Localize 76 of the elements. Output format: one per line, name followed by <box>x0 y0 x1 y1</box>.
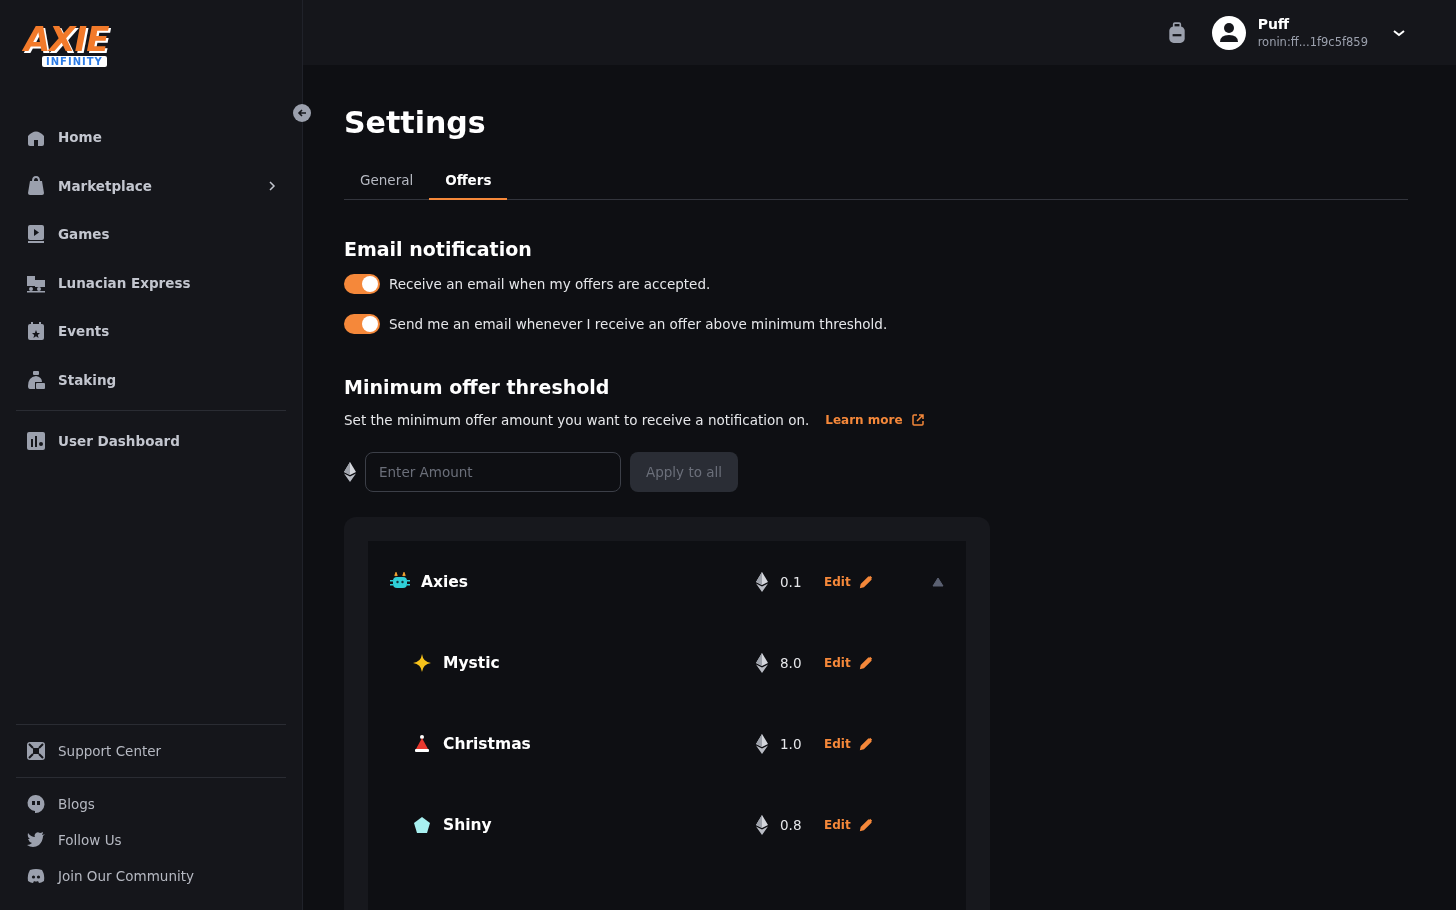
edit-button[interactable]: Edit <box>824 655 914 670</box>
nav-label: Games <box>58 226 110 243</box>
toggle-label: Send me an email whenever I receive an offer above minimum threshold. <box>389 316 888 332</box>
toggle-label: Receive an email when my offers are accepted. <box>389 276 711 292</box>
nav-item[interactable]: Staking <box>16 357 286 402</box>
page-title: Settings <box>344 105 487 140</box>
edit-button[interactable]: Edit <box>824 574 914 589</box>
staking-icon <box>26 369 46 390</box>
calendar-icon <box>26 321 46 342</box>
avatar-icon[interactable] <box>1211 15 1246 50</box>
offer-amount: 0.8 <box>780 816 802 833</box>
offer-name: Axies <box>421 572 470 591</box>
toggle-switch[interactable] <box>344 314 380 334</box>
blog-icon <box>26 794 46 814</box>
nav-label: User Dashboard <box>58 433 180 450</box>
nav-label: Lunacian Express <box>58 274 191 291</box>
pencil-icon <box>858 817 873 832</box>
nav-item[interactable]: Blogs <box>16 786 286 822</box>
amount-input[interactable]: Enter Amount <box>365 452 621 492</box>
section-title: Minimum offer threshold <box>344 376 611 398</box>
eth-icon <box>756 571 768 592</box>
nav-label: Support Center <box>58 743 162 759</box>
eth-icon <box>756 733 768 754</box>
support-icon <box>26 741 46 761</box>
collapse-button[interactable] <box>293 104 311 122</box>
caret-up-icon[interactable] <box>932 576 944 587</box>
nav-item[interactable]: Lunacian Express <box>16 260 286 305</box>
nav-item[interactable]: Join Our Community <box>16 858 286 894</box>
offer-name: Christmas <box>443 734 532 753</box>
nav-item[interactable]: Home <box>16 115 286 160</box>
nav-item[interactable]: Support Center <box>16 733 286 769</box>
description-text: Set the minimum offer amount you want to receive a notification on. <box>344 412 810 428</box>
eth-icon <box>756 652 768 673</box>
offer-name: Mystic <box>443 653 501 672</box>
nav-label: Events <box>58 323 110 340</box>
pencil-icon <box>858 574 873 589</box>
nav-label: Home <box>58 129 102 146</box>
nav-item[interactable]: Follow Us <box>16 822 286 858</box>
dashboard-icon <box>26 431 46 452</box>
nav-label: Blogs <box>58 796 95 812</box>
nav-label: Join Our Community <box>58 868 194 884</box>
wallet-address: ronin:ff...1f9c5f859 <box>1257 35 1368 49</box>
games-icon <box>26 224 46 245</box>
nav-label: Marketplace <box>58 177 152 194</box>
edit-button[interactable]: Edit <box>824 817 914 832</box>
tab[interactable]: Offers <box>429 172 508 200</box>
user-name: Puff <box>1257 16 1291 32</box>
nav-item[interactable]: Marketplace <box>16 163 286 208</box>
pencil-icon <box>858 736 873 751</box>
chevron-down-icon[interactable] <box>1392 27 1406 38</box>
learn-more-link[interactable]: Learn more <box>825 413 903 427</box>
pencil-icon <box>858 655 873 670</box>
nav-label: Follow Us <box>58 832 122 848</box>
bird-icon <box>26 830 46 850</box>
hat-icon <box>412 733 432 754</box>
external-link-icon[interactable] <box>910 413 925 427</box>
offer-amount: 1.0 <box>780 735 802 752</box>
tab[interactable]: General <box>344 172 430 200</box>
toggle-switch[interactable] <box>344 274 380 294</box>
arrow-left-icon <box>297 108 307 118</box>
nav-item[interactable]: Events <box>16 309 286 354</box>
nav-item[interactable]: Games <box>16 212 286 257</box>
nav-label: Staking <box>58 371 117 388</box>
eth-icon <box>756 814 768 835</box>
offer-amount: 8.0 <box>780 654 802 671</box>
logo-title[interactable]: AXIE <box>24 22 109 56</box>
section-title: Email notification <box>344 238 533 260</box>
logo-subtitle[interactable]: INFINITY <box>42 56 107 67</box>
edit-button[interactable]: Edit <box>824 736 914 751</box>
eth-icon <box>344 462 356 482</box>
chat-icon <box>26 866 46 886</box>
bag-icon <box>26 175 46 196</box>
gem-icon <box>412 814 432 835</box>
nav-item[interactable]: User Dashboard <box>16 419 286 464</box>
offer-amount: 0.1 <box>780 573 802 590</box>
offer-name: Shiny <box>443 815 493 834</box>
